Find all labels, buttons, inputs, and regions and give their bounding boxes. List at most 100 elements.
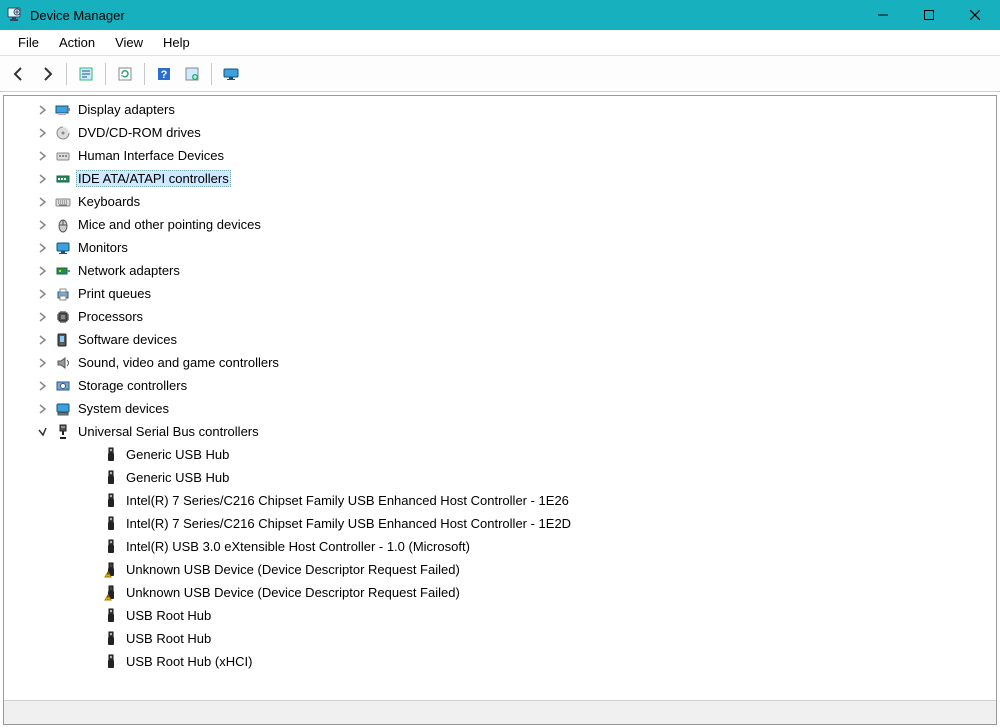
usb-device-icon <box>102 470 120 486</box>
tree-item-label: Storage controllers <box>76 377 189 394</box>
tree-item[interactable]: Generic USB Hub <box>4 466 996 489</box>
tree-item[interactable]: Network adapters <box>4 259 996 282</box>
menubar: File Action View Help <box>0 30 1000 56</box>
chevron-right-icon[interactable] <box>34 217 50 233</box>
tree-item-label: Monitors <box>76 239 130 256</box>
tree-item-label: USB Root Hub <box>124 630 213 647</box>
chevron-right-icon[interactable] <box>34 102 50 118</box>
tree-item-label: USB Root Hub <box>124 607 213 624</box>
usb-device-icon <box>102 608 120 624</box>
tree-item[interactable]: Monitors <box>4 236 996 259</box>
tree-item-label: USB Root Hub (xHCI) <box>124 653 254 670</box>
chevron-right-icon[interactable] <box>34 355 50 371</box>
network-adapter-icon <box>54 263 72 279</box>
tree-item[interactable]: Keyboards <box>4 190 996 213</box>
tree-item-label: Generic USB Hub <box>124 446 231 463</box>
show-hidden-button[interactable] <box>218 61 244 87</box>
chevron-right-icon[interactable] <box>34 171 50 187</box>
usb-device-warning-icon <box>102 585 120 601</box>
device-manager-app-icon <box>6 7 22 23</box>
chevron-right-icon[interactable] <box>34 263 50 279</box>
chevron-right-icon[interactable] <box>34 378 50 394</box>
tree-item[interactable]: Display adapters <box>4 98 996 121</box>
tree-item[interactable]: Unknown USB Device (Device Descriptor Re… <box>4 581 996 604</box>
chevron-down-icon[interactable] <box>34 424 50 440</box>
tree-item[interactable]: Processors <box>4 305 996 328</box>
chevron-right-icon[interactable] <box>34 309 50 325</box>
tree-item[interactable]: DVD/CD-ROM drives <box>4 121 996 144</box>
chevron-right-icon[interactable] <box>34 286 50 302</box>
usb-device-icon <box>102 447 120 463</box>
maximize-button[interactable] <box>906 0 952 30</box>
hid-icon <box>54 148 72 164</box>
chevron-right-icon[interactable] <box>34 240 50 256</box>
tree-item-label: Universal Serial Bus controllers <box>76 423 261 440</box>
tree-item-label: Intel(R) USB 3.0 eXtensible Host Control… <box>124 538 472 555</box>
tree-item[interactable]: Storage controllers <box>4 374 996 397</box>
chevron-right-icon[interactable] <box>34 125 50 141</box>
tree-item[interactable]: Intel(R) 7 Series/C216 Chipset Family US… <box>4 512 996 535</box>
refresh-button[interactable] <box>112 61 138 87</box>
content-frame: Display adapters DVD/CD-ROM drives Human I… <box>3 95 997 725</box>
tree-item[interactable]: Sound, video and game controllers <box>4 351 996 374</box>
tree-item-label: Human Interface Devices <box>76 147 226 164</box>
storage-controller-icon <box>54 378 72 394</box>
usb-device-warning-icon <box>102 562 120 578</box>
chevron-right-icon[interactable] <box>34 332 50 348</box>
tree-item-label: Network adapters <box>76 262 182 279</box>
audio-icon <box>54 355 72 371</box>
tree-item[interactable]: USB Root Hub <box>4 604 996 627</box>
tree-item[interactable]: Intel(R) USB 3.0 eXtensible Host Control… <box>4 535 996 558</box>
menu-action[interactable]: Action <box>49 32 105 53</box>
tree-item[interactable]: Software devices <box>4 328 996 351</box>
tree-item[interactable]: Print queues <box>4 282 996 305</box>
printer-icon <box>54 286 72 302</box>
forward-button[interactable] <box>34 61 60 87</box>
tree-item[interactable]: Universal Serial Bus controllers <box>4 420 996 443</box>
tree-item[interactable]: USB Root Hub (xHCI) <box>4 650 996 673</box>
tree-item[interactable]: Human Interface Devices <box>4 144 996 167</box>
monitor-icon <box>223 66 239 82</box>
processor-icon <box>54 309 72 325</box>
tree-item[interactable]: Mice and other pointing devices <box>4 213 996 236</box>
tree-item-label: Unknown USB Device (Device Descriptor Re… <box>124 584 462 601</box>
ide-controller-icon <box>54 171 72 187</box>
usb-device-icon <box>102 516 120 532</box>
tree-item[interactable]: System devices <box>4 397 996 420</box>
minimize-button[interactable] <box>860 0 906 30</box>
chevron-right-icon[interactable] <box>34 194 50 210</box>
tree-item[interactable]: Generic USB Hub <box>4 443 996 466</box>
usb-device-icon <box>102 631 120 647</box>
tree-item-label: Mice and other pointing devices <box>76 216 263 233</box>
usb-device-icon <box>102 493 120 509</box>
tree-item-label: Unknown USB Device (Device Descriptor Re… <box>124 561 462 578</box>
titlebar: Device Manager <box>0 0 1000 30</box>
statusbar <box>4 700 996 724</box>
chevron-right-icon[interactable] <box>34 148 50 164</box>
chevron-right-icon[interactable] <box>34 401 50 417</box>
minimize-icon <box>878 10 888 20</box>
system-device-icon <box>54 401 72 417</box>
keyboard-icon <box>54 194 72 210</box>
close-button[interactable] <box>952 0 998 30</box>
tree-item[interactable]: Unknown USB Device (Device Descriptor Re… <box>4 558 996 581</box>
tree-item[interactable]: Intel(R) 7 Series/C216 Chipset Family US… <box>4 489 996 512</box>
tree-item[interactable]: USB Root Hub <box>4 627 996 650</box>
action-button[interactable] <box>179 61 205 87</box>
tree-item-label: DVD/CD-ROM drives <box>76 124 203 141</box>
usb-device-icon <box>102 654 120 670</box>
menu-file[interactable]: File <box>8 32 49 53</box>
tree-item-label: Software devices <box>76 331 179 348</box>
back-button[interactable] <box>6 61 32 87</box>
tree-item[interactable]: IDE ATA/ATAPI controllers <box>4 167 996 190</box>
menu-help[interactable]: Help <box>153 32 200 53</box>
properties-button[interactable] <box>73 61 99 87</box>
mouse-icon <box>54 217 72 233</box>
menu-view[interactable]: View <box>105 32 153 53</box>
arrow-right-icon <box>39 66 55 82</box>
display-adapter-icon <box>54 102 72 118</box>
device-tree[interactable]: Display adapters DVD/CD-ROM drives Human I… <box>4 96 996 700</box>
monitor-icon <box>54 240 72 256</box>
help-button[interactable]: ? <box>151 61 177 87</box>
tree-item-label: Print queues <box>76 285 153 302</box>
